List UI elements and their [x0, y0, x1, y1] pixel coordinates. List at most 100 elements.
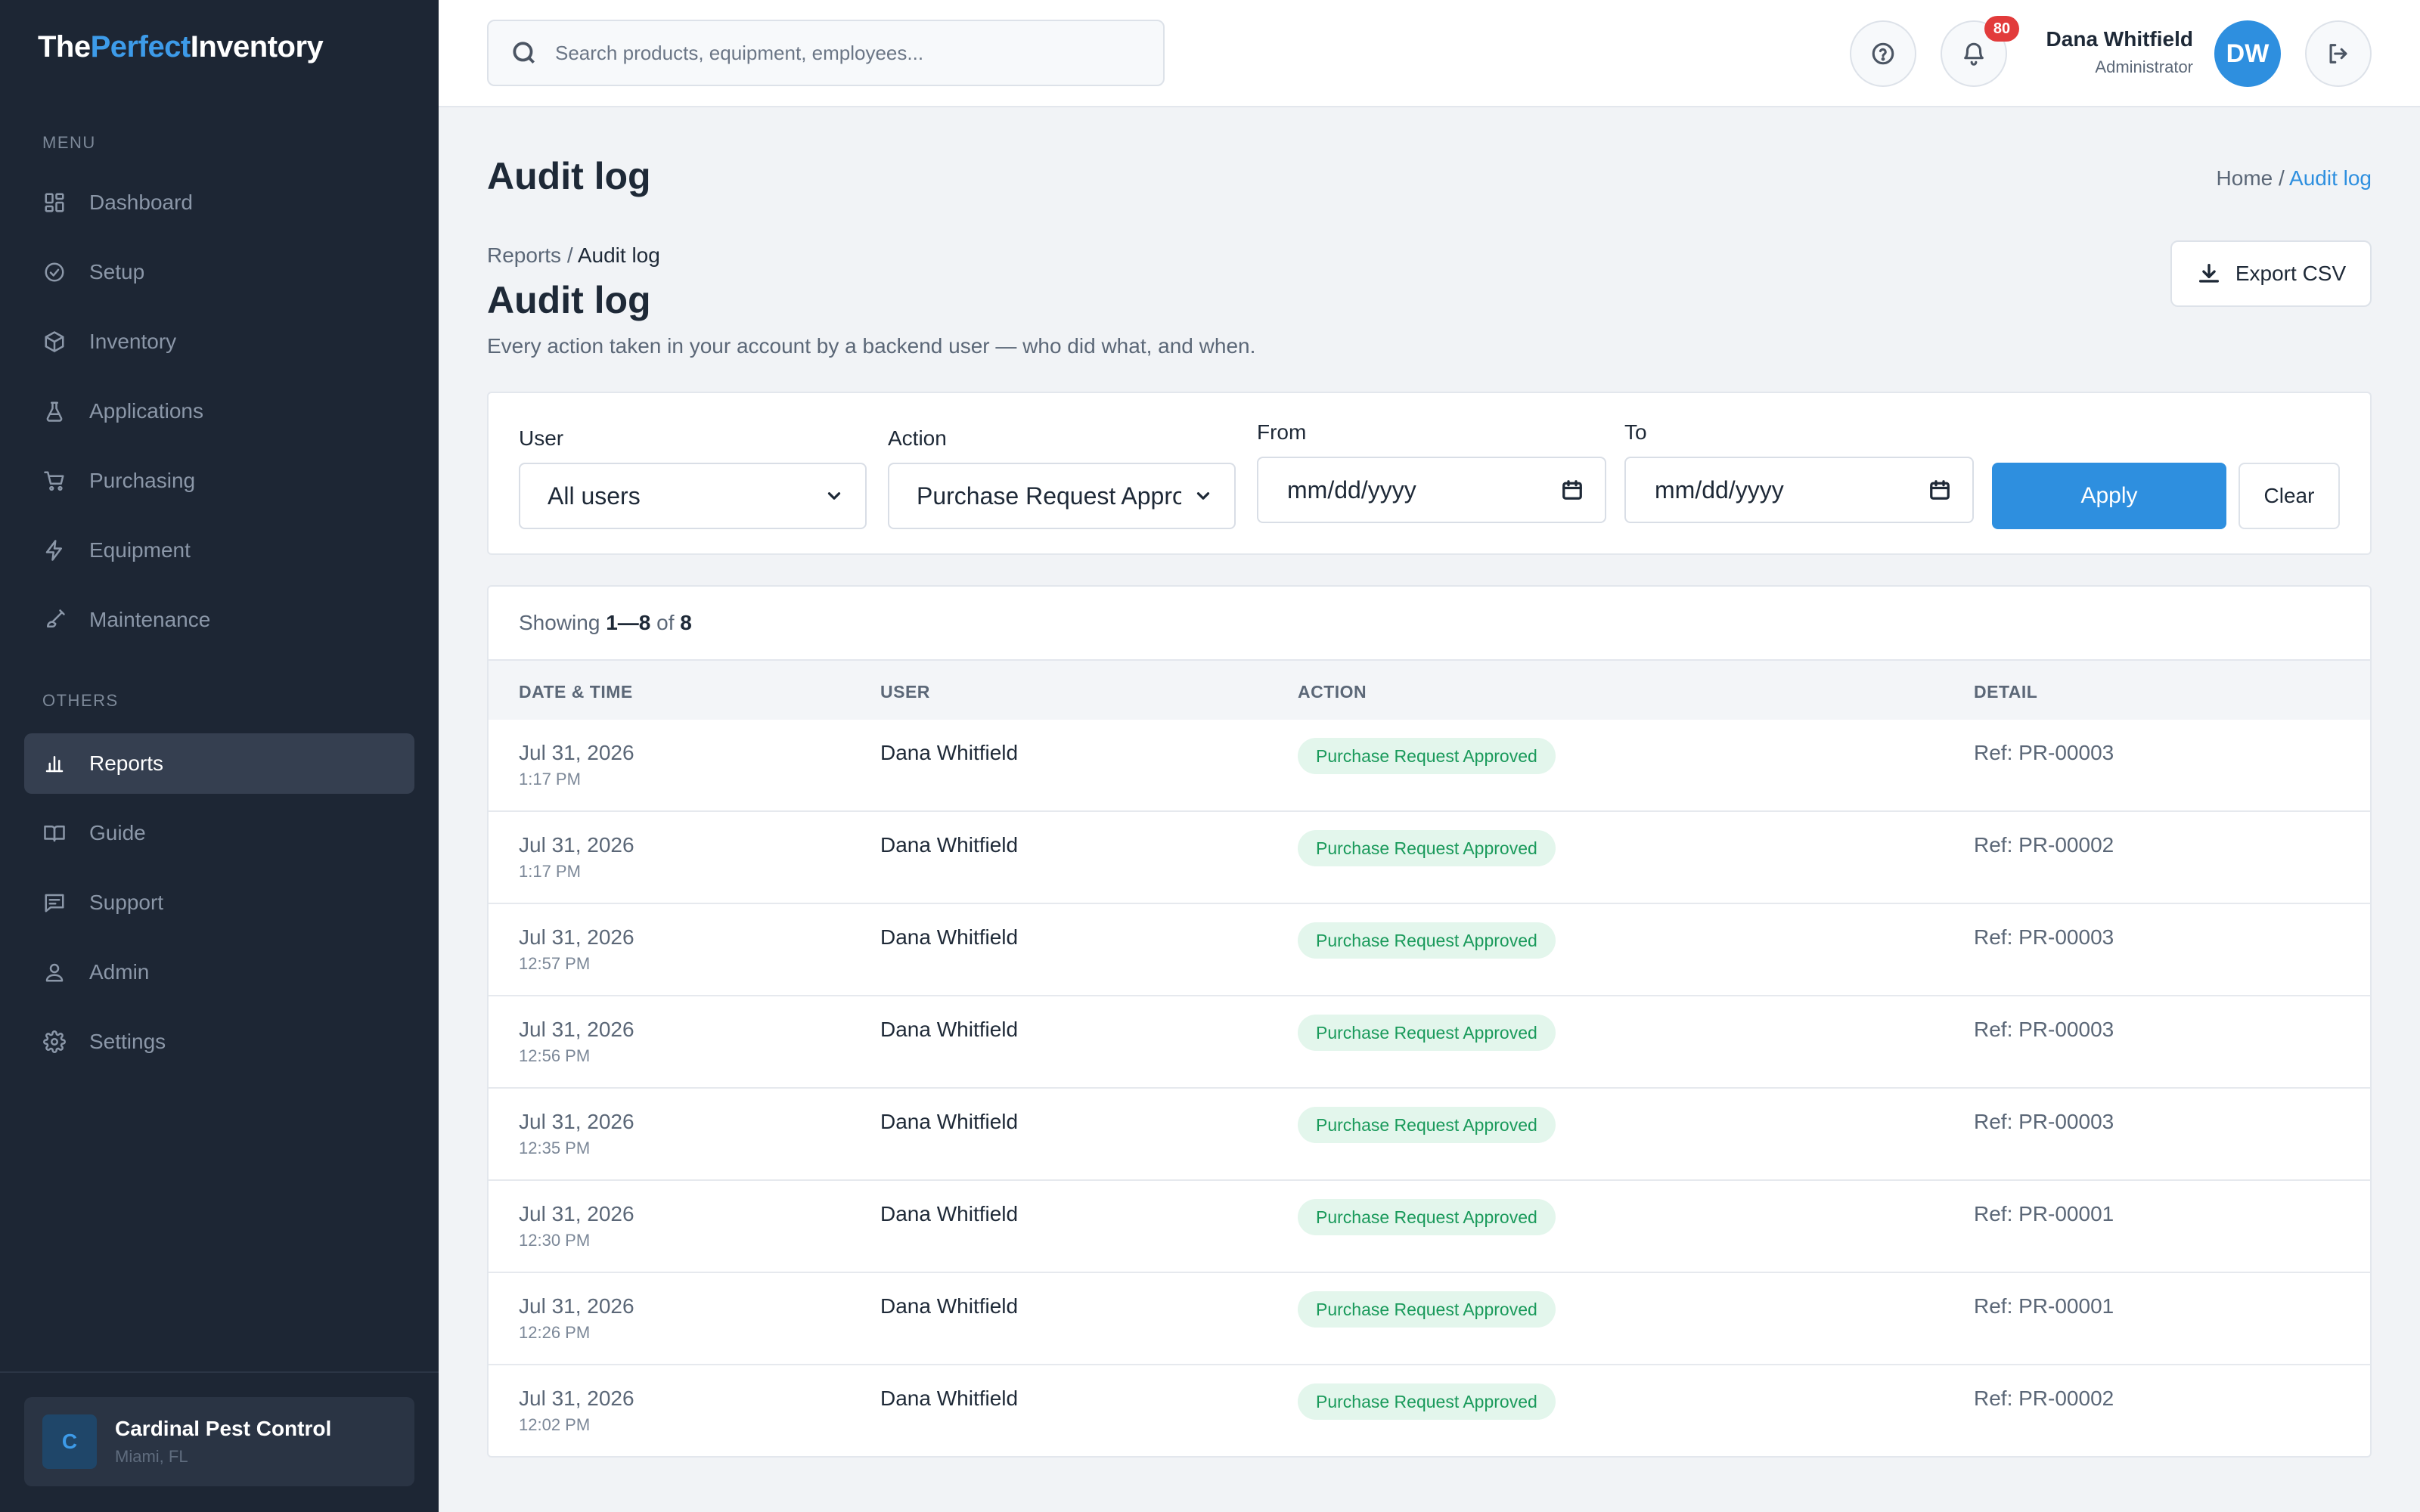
calendar-icon [1930, 480, 1950, 500]
export-csv-button[interactable]: Export CSV [2170, 240, 2372, 307]
sidebar-item-label: Reports [89, 751, 164, 775]
notifications-button[interactable]: 80 [1941, 16, 2019, 87]
sidebar-item-settings[interactable]: Settings [24, 1012, 414, 1072]
row-action-badge: Purchase Request Approved [1298, 1383, 1556, 1420]
table-row[interactable]: Jul 31, 2026 12:57 PM Dana Whitfield Purcha… [489, 904, 2370, 996]
from-date-input[interactable]: mm/dd/yyyy [1257, 457, 1606, 523]
section-breadcrumb: Reports / Audit log [487, 243, 660, 268]
sidebar-item-label: Guide [89, 821, 146, 844]
breadcrumb-current: Audit log [2289, 166, 2372, 190]
row-user: Dana Whitfield [880, 833, 1019, 857]
check-circle-icon [42, 260, 67, 284]
breadcrumb-separator: / [2273, 166, 2290, 190]
row-user: Dana Whitfield [880, 1110, 1019, 1133]
row-detail: Ref: PR-00003 [1974, 1018, 2114, 1041]
row-time: 1:17 PM [519, 770, 581, 789]
table-row[interactable]: Jul 31, 2026 1:17 PM Dana Whitfield Purchas… [489, 720, 2370, 812]
section-breadcrumb-current: Audit log [577, 243, 660, 267]
help-circle-icon [1872, 42, 1894, 65]
sidebar-item-setup[interactable]: Setup [24, 242, 414, 302]
results-count-range: 1—8 [606, 611, 651, 634]
row-detail: Ref: PR-00002 [1974, 1387, 2114, 1410]
section-title: Audit log [487, 279, 651, 321]
apply-filters-button[interactable]: Apply [1992, 463, 2226, 529]
row-time: 12:02 PM [519, 1415, 591, 1434]
action-filter-select[interactable]: Purchase Request Approved [888, 463, 1236, 529]
to-date-input[interactable]: mm/dd/yyyy [1624, 457, 1974, 523]
user-name: Dana Whitfield [2046, 27, 2193, 51]
table-row[interactable]: Jul 31, 2026 1:17 PM Dana Whitfield Purchas… [489, 812, 2370, 904]
row-action-badge: Purchase Request Approved [1298, 1015, 1556, 1051]
sidebar-item-reports[interactable]: Reports [24, 733, 414, 794]
page-title: Audit log [487, 155, 651, 197]
breadcrumb-home[interactable]: Home [2217, 166, 2273, 190]
chevron-down-icon [827, 492, 841, 500]
table-row[interactable]: Jul 31, 2026 12:26 PM Dana Whitfield Purcha… [489, 1273, 2370, 1365]
clear-filters-button[interactable]: Clear [2238, 463, 2340, 529]
column-header-detail[interactable]: DETAIL [1974, 682, 2037, 702]
table-row[interactable]: Jul 31, 2026 12:02 PM Dana Whitfield Purcha… [489, 1365, 2370, 1456]
section-breadcrumb-separator: / [561, 243, 578, 267]
brush-icon [42, 608, 67, 632]
column-header-action[interactable]: ACTION [1298, 682, 1367, 702]
sidebar-item-support[interactable]: Support [24, 872, 414, 933]
sidebar-item-admin[interactable]: Admin [24, 942, 414, 1002]
calendar-icon [1562, 480, 1582, 500]
sidebar-item-purchasing[interactable]: Purchasing [24, 451, 414, 511]
user-avatar[interactable]: DW [2214, 20, 2281, 87]
search-input[interactable] [555, 41, 1160, 65]
results-count: Showing 1—8 of 8 [519, 611, 692, 635]
row-date: Jul 31, 2026 [519, 925, 634, 949]
sidebar-item-label: Maintenance [89, 608, 211, 631]
help-button[interactable] [1850, 20, 1916, 87]
sidebar: ThePerfectInventory MENU Dashboard Setup… [0, 0, 439, 1512]
sidebar-item-applications[interactable]: Applications [24, 381, 414, 442]
action-filter-label: Action [888, 426, 947, 450]
search-icon [513, 42, 535, 64]
row-action-badge: Purchase Request Approved [1298, 1107, 1556, 1143]
row-date: Jul 31, 2026 [519, 1018, 634, 1041]
table-row[interactable]: Jul 31, 2026 12:35 PM Dana Whitfield Purcha… [489, 1089, 2370, 1181]
box-icon [42, 330, 67, 354]
company-switcher[interactable]: C Cardinal Pest Control Miami, FL [24, 1397, 414, 1486]
to-date-value: mm/dd/yyyy [1655, 476, 1784, 503]
row-user: Dana Whitfield [880, 1294, 1019, 1318]
search-box[interactable] [487, 20, 1165, 86]
sidebar-item-guide[interactable]: Guide [24, 803, 414, 863]
flask-icon [42, 399, 67, 423]
sidebar-item-maintenance[interactable]: Maintenance [24, 590, 414, 650]
row-user: Dana Whitfield [880, 925, 1019, 949]
row-time: 12:57 PM [519, 954, 591, 973]
app-logo[interactable]: ThePerfectInventory [38, 30, 324, 64]
user-filter-select[interactable]: All users [519, 463, 867, 529]
from-date-label: From [1257, 420, 1307, 444]
table-row[interactable]: Jul 31, 2026 12:56 PM Dana Whitfield Purcha… [489, 996, 2370, 1089]
top-header: 80 Dana Whitfield Administrator DW [439, 0, 2420, 107]
others-section-label: OTHERS [42, 691, 119, 710]
row-date: Jul 31, 2026 [519, 1294, 634, 1318]
row-action-badge: Purchase Request Approved [1298, 1199, 1556, 1235]
logout-icon [2329, 44, 2347, 64]
logout-button[interactable] [2305, 20, 2372, 87]
audit-log-table: Showing 1—8 of 8 DATE & TIME USER ACTION… [487, 585, 2372, 1458]
table-row[interactable]: Jul 31, 2026 12:30 PM Dana Whitfield Purcha… [489, 1181, 2370, 1273]
company-avatar: C [42, 1414, 97, 1469]
sidebar-item-label: Inventory [89, 330, 177, 353]
company-info: Cardinal Pest Control Miami, FL [115, 1417, 331, 1467]
row-detail: Ref: PR-00003 [1974, 1110, 2114, 1133]
row-action-badge: Purchase Request Approved [1298, 738, 1556, 774]
from-date-value: mm/dd/yyyy [1287, 476, 1416, 503]
sidebar-item-inventory[interactable]: Inventory [24, 311, 414, 372]
column-header-datetime[interactable]: DATE & TIME [519, 682, 633, 702]
section-breadcrumb-parent[interactable]: Reports [487, 243, 561, 267]
book-icon [42, 821, 67, 845]
sidebar-item-dashboard[interactable]: Dashboard [24, 172, 414, 233]
column-header-user[interactable]: USER [880, 682, 930, 702]
sidebar-item-equipment[interactable]: Equipment [24, 520, 414, 581]
sidebar-item-label: Purchasing [89, 469, 196, 492]
table-body: Jul 31, 2026 1:17 PM Dana Whitfield Purchas… [489, 720, 2370, 1456]
filter-panel: User All users Action Purchase Request A… [487, 392, 2372, 555]
row-date: Jul 31, 2026 [519, 833, 634, 857]
row-user: Dana Whitfield [880, 741, 1019, 764]
sidebar-divider [0, 1371, 439, 1373]
